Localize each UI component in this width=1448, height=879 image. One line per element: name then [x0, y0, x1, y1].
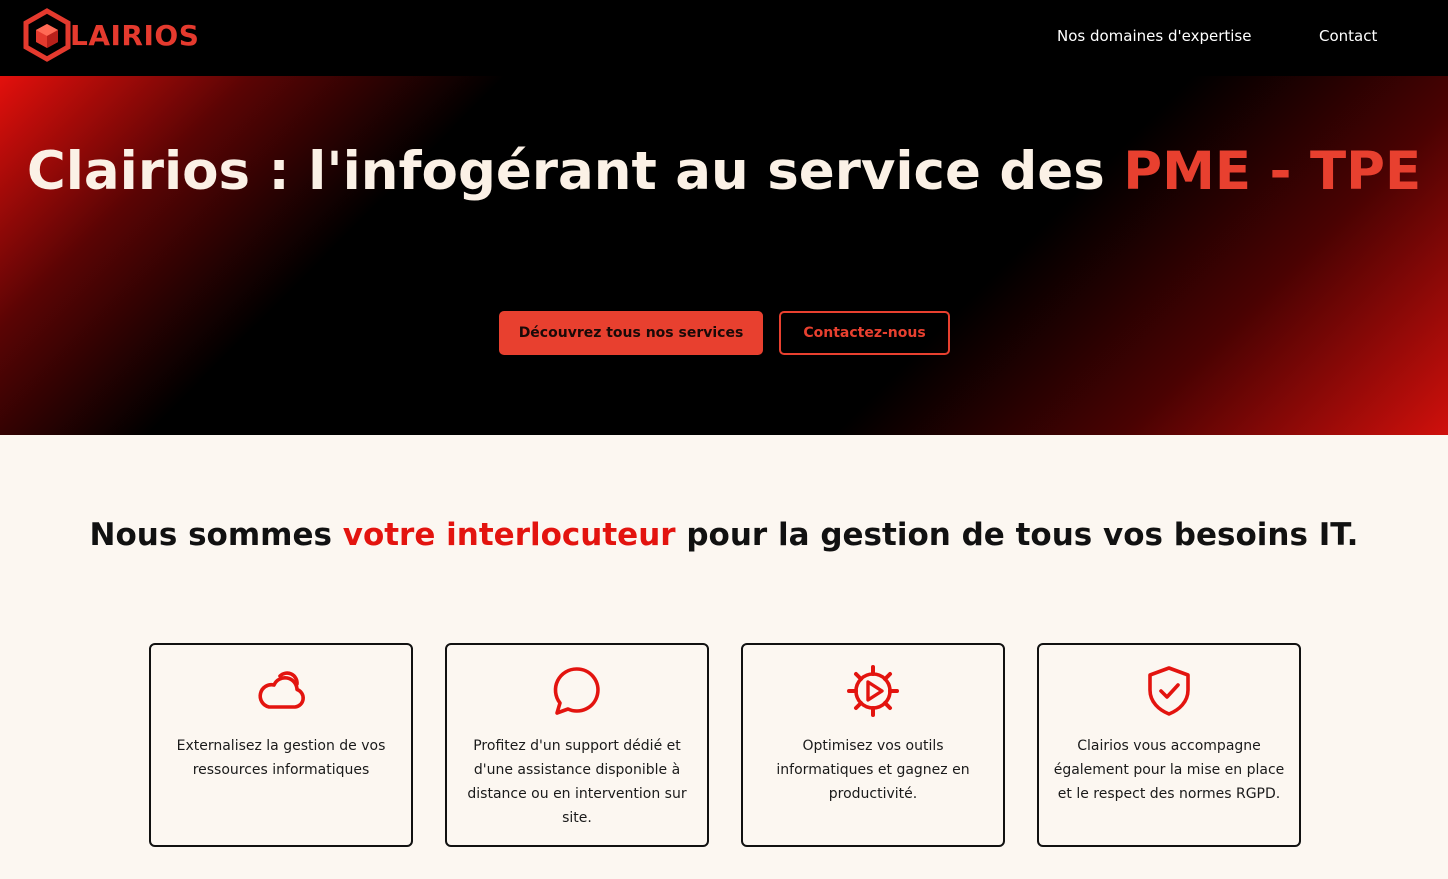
- hero-title: Clairios : l'infogérant au service des P…: [0, 142, 1448, 202]
- hero-title-main: Clairios : l'infogérant au service des: [26, 141, 1124, 202]
- feature-card-support: Profitez d'un support dédié et d'une ass…: [445, 643, 709, 847]
- feature-text: Profitez d'un support dédié et d'une ass…: [467, 738, 687, 826]
- intro-title-after: pour la gestion de tous vos besoins IT.: [675, 517, 1359, 553]
- feature-card-optimization: Optimisez vos outils informatiques et ga…: [741, 643, 1005, 847]
- feature-text: Clairios vous accompagne également pour …: [1053, 738, 1285, 802]
- hexagon-cube-logo-icon: [23, 8, 71, 62]
- brand-name: LAIRIOS: [70, 18, 200, 52]
- top-navigation-bar: LAIRIOS Nos domaines d'expertise Contact: [0, 0, 1448, 76]
- hero-banner: Clairios : l'infogérant au service des P…: [0, 76, 1448, 435]
- shield-check-icon: [1148, 666, 1190, 716]
- intro-title-before: Nous sommes: [89, 517, 343, 553]
- feature-text: Optimisez vos outils informatiques et ga…: [776, 738, 970, 802]
- nav-link-expertise[interactable]: Nos domaines d'expertise: [1057, 27, 1251, 45]
- feature-card-outsourcing: Externalisez la gestion de vos ressource…: [149, 643, 413, 847]
- nav-link-contact[interactable]: Contact: [1319, 27, 1377, 45]
- feature-card-gdpr: Clairios vous accompagne également pour …: [1037, 643, 1301, 847]
- intro-title-accent: votre interlocuteur: [342, 517, 676, 553]
- feature-text: Externalisez la gestion de vos ressource…: [176, 738, 386, 778]
- chat-bubble-icon: [553, 667, 600, 715]
- hero-title-accent: PME - TPE: [1123, 141, 1422, 202]
- cloud-icon: [258, 671, 305, 709]
- discover-services-button[interactable]: Découvrez tous nos services: [499, 311, 763, 355]
- contact-us-button[interactable]: Contactez-nous: [779, 311, 950, 355]
- intro-title: Nous sommes votre interlocuteur pour la …: [0, 515, 1448, 555]
- clairios-logo[interactable]: LAIRIOS: [22, 8, 199, 62]
- gear-play-icon: [847, 665, 899, 717]
